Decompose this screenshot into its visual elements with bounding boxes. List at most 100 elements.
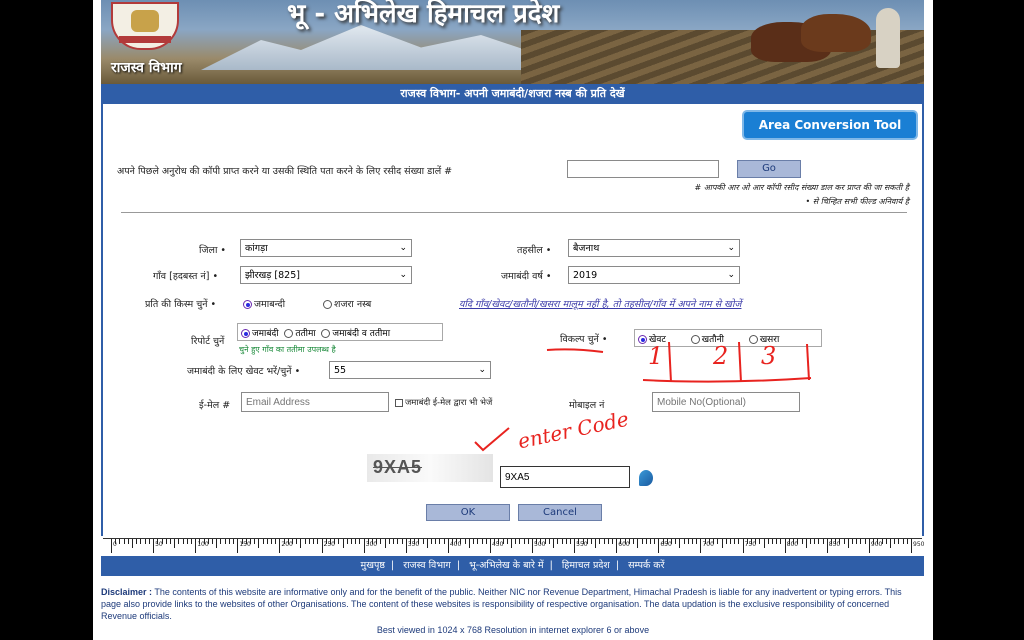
ruler-tick	[405, 539, 407, 553]
ok-button[interactable]: OK	[426, 504, 510, 521]
district-select[interactable]: कांगड़ा ⌄	[240, 239, 412, 257]
ruler-tick	[140, 539, 142, 544]
ruler-tick	[174, 539, 176, 548]
ruler-tick	[127, 539, 129, 544]
district-label: जिला •	[199, 245, 227, 256]
footer-link-home[interactable]: मुखपृष्ठ	[361, 560, 385, 571]
ruler-tick	[321, 539, 323, 553]
ruler-tick	[212, 539, 214, 544]
ruler-tick	[304, 539, 306, 544]
ruler-tick	[447, 539, 449, 553]
ruler-tick	[599, 539, 601, 544]
ruler-tick	[443, 539, 445, 544]
chevron-down-icon: ⌄	[478, 365, 486, 375]
chevron-down-icon: ⌄	[399, 270, 407, 280]
copy-type-jamabandi[interactable]: जमाबन्दी	[243, 297, 285, 310]
area-conversion-button[interactable]: Area Conversion Tool	[744, 112, 916, 138]
ruler-tick	[847, 539, 849, 548]
search-by-name-link[interactable]: यदि गाँव/खेवट/खतौनी/खसरा मालूम नहीं है, …	[459, 297, 741, 310]
ruler-tick	[224, 539, 226, 544]
radio-label: शजरा नस्ब	[334, 299, 372, 310]
footer-link-himachal[interactable]: हिमाचल प्रदेश	[562, 560, 610, 571]
tehsil-select[interactable]: बैजनाथ ⌄	[568, 239, 740, 257]
ruler-tick	[780, 539, 782, 544]
ruler-tick	[165, 539, 167, 544]
farmer-image	[876, 8, 900, 68]
ruler-tick	[148, 539, 150, 544]
khewat-value: 55	[334, 365, 347, 376]
ruler-tick	[532, 539, 534, 553]
report-jamabandi[interactable]: जमाबंदी	[241, 329, 279, 339]
ruler-tick	[401, 539, 403, 544]
ox-image-2	[801, 14, 871, 52]
khewat-select[interactable]: 55 ⌄	[329, 361, 491, 379]
ruler-tick	[338, 539, 340, 544]
ruler-tick	[132, 539, 134, 548]
ruler-tick	[317, 539, 319, 544]
ruler-tick	[742, 539, 744, 553]
department-name: राजस्व विभाग	[111, 60, 182, 76]
email-input[interactable]	[241, 392, 389, 412]
ruler-tick	[814, 539, 816, 544]
checkbox-label: जमाबंदी ई-मेल द्वारा भी भेजें	[405, 398, 493, 408]
ruler-tick	[898, 539, 900, 544]
ruler-tick	[759, 539, 761, 544]
checkbox-icon	[395, 398, 403, 407]
ruler-tick	[195, 539, 197, 553]
year-select[interactable]: 2019 ⌄	[568, 266, 740, 284]
email-checkbox[interactable]: जमाबंदी ई-मेल द्वारा भी भेजें	[395, 397, 492, 408]
ruler-label: 700	[702, 541, 714, 548]
radio-icon	[323, 300, 332, 309]
ruler-tick	[342, 539, 344, 548]
ruler-tick	[473, 539, 475, 544]
ruler-tick	[275, 539, 277, 544]
ruler-tick	[557, 539, 559, 544]
footer-link-revenue[interactable]: राजस्व विभाग	[403, 560, 451, 571]
mobile-input[interactable]	[652, 392, 800, 412]
ruler-tick	[439, 539, 441, 544]
ruler-tick	[553, 539, 555, 548]
ruler-label: 300	[365, 541, 378, 548]
village-select[interactable]: झीरखड़ [825] ⌄	[240, 266, 412, 284]
radio-label: जमाबन्दी	[254, 299, 286, 310]
ruler-tick	[182, 539, 184, 544]
ruler-tick	[607, 539, 609, 544]
report-both[interactable]: जमाबंदी व ततीमा	[321, 329, 390, 339]
divider	[121, 212, 907, 213]
ruler-tick	[595, 539, 597, 548]
ruler-tick	[767, 539, 769, 544]
refresh-captcha-icon[interactable]	[639, 470, 653, 486]
header-banner: राजस्व विभाग भू - अभिलेख हिमाचल प्रदेश	[101, 0, 924, 84]
best-viewed-note: Best viewed in 1024 x 768 Resolution in …	[376, 625, 650, 635]
ruler-tick	[565, 539, 567, 544]
footer-link-contact[interactable]: सम्पर्क करें	[628, 560, 664, 571]
ruler-tick	[894, 539, 896, 544]
ruler-tick	[359, 539, 361, 544]
annotation-number-3: 3	[761, 342, 777, 370]
ruler-tick	[481, 539, 483, 544]
village-label: गाँव [हदबस्त नं] •	[153, 271, 219, 282]
footer-link-about[interactable]: भू-अभिलेख के बारे में	[469, 560, 544, 571]
radio-icon	[321, 329, 331, 338]
ruler-label: 450	[491, 541, 504, 548]
ruler-tick	[763, 539, 765, 548]
ruler-tick	[603, 539, 605, 544]
report-tatima[interactable]: ततीमा	[284, 329, 316, 339]
ruler-tick	[351, 539, 352, 544]
ruler-label: 750	[744, 541, 757, 548]
captcha-input[interactable]	[500, 466, 630, 488]
ruler-tick	[186, 539, 188, 544]
radio-selected-icon	[243, 300, 252, 309]
ruler-tick	[313, 539, 315, 544]
ruler-tick	[574, 539, 576, 553]
go-button[interactable]: Go	[737, 160, 801, 178]
copy-type-shajra[interactable]: शजरा नस्ब	[323, 297, 371, 310]
cancel-button[interactable]: Cancel	[518, 504, 602, 521]
ruler-tick	[868, 539, 870, 553]
ruler-tick	[384, 539, 386, 548]
ruler-label: 250	[323, 541, 335, 548]
ruler-label: 600	[618, 541, 630, 548]
emblem-ribbon	[119, 36, 171, 43]
receipt-input[interactable]	[567, 160, 719, 178]
ruler-tick	[233, 539, 235, 544]
